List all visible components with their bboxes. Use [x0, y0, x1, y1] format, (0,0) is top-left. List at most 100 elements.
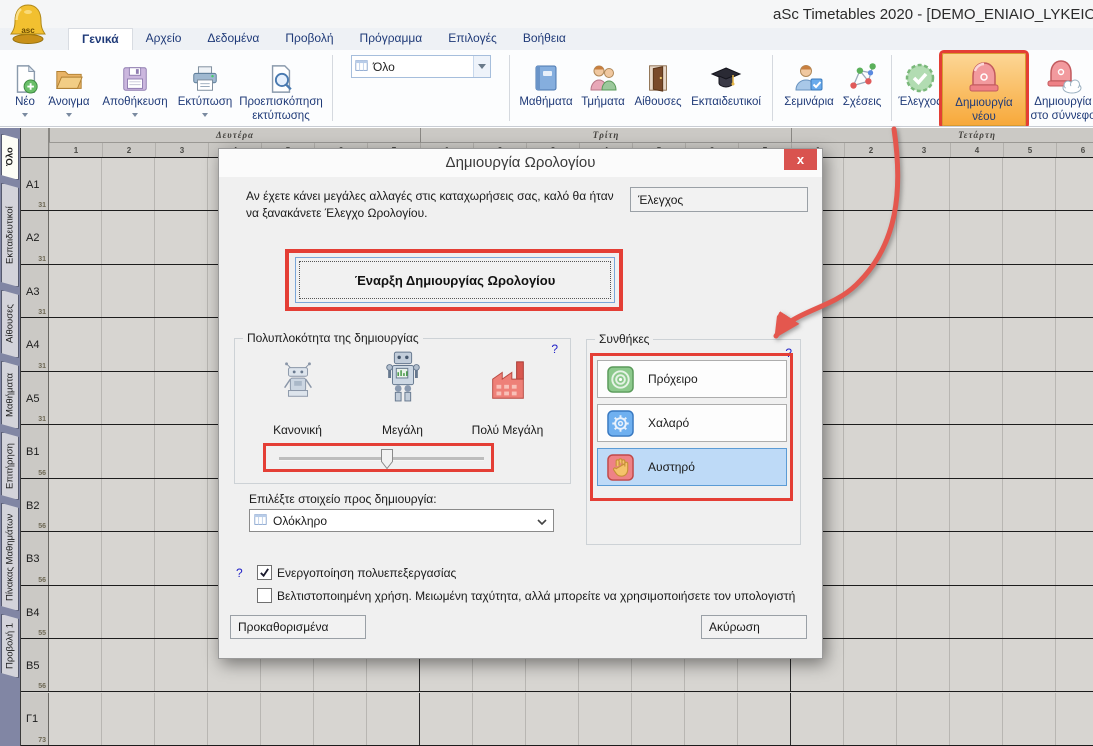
timetable-cell[interactable] — [49, 158, 102, 210]
dropdown-arrow-icon[interactable] — [202, 113, 208, 117]
timetable-cell[interactable] — [526, 693, 579, 745]
timetable-cell[interactable] — [1003, 158, 1056, 210]
timetable-cell[interactable] — [844, 372, 897, 424]
optimized-usage-checkbox[interactable] — [257, 588, 272, 603]
sidebar-tab-προβολή-1[interactable]: Προβολή 1 — [1, 614, 19, 678]
grid-row-header-b5[interactable]: B556 — [21, 639, 49, 691]
timetable-cell[interactable] — [473, 693, 526, 745]
timetable-cell[interactable] — [897, 265, 950, 317]
timetable-cell[interactable] — [844, 586, 897, 638]
timetable-cell[interactable] — [897, 425, 950, 477]
start-generation-button[interactable]: Έναρξη Δημιουργίας Ωρολογίου — [295, 257, 615, 303]
toolbar-button-δημιουργία-στο-σύννεφο[interactable]: Δημιουργία στο σύννεφο — [1026, 53, 1093, 123]
menu-tab-δεδομένα[interactable]: Δεδομένα — [194, 28, 272, 50]
timetable-cell[interactable] — [844, 693, 897, 745]
timetable-cell[interactable] — [155, 318, 208, 370]
grid-row-header-γ1[interactable]: Γ173 — [21, 693, 49, 745]
timetable-cell[interactable] — [950, 425, 1003, 477]
defaults-button[interactable]: Προκαθορισμένα — [230, 615, 366, 639]
toolbar-button-σεμινάρια[interactable]: Σεμινάρια — [779, 53, 839, 110]
sidebar-tab-εκπαιδευτικοί[interactable]: Εκπαιδευτικοί — [1, 183, 19, 287]
sidebar-tab-επιτήρηση[interactable]: Επιτήρηση — [1, 432, 19, 500]
grid-row-header-b1[interactable]: B156 — [21, 425, 49, 477]
timetable-cell[interactable] — [844, 158, 897, 210]
timetable-cell[interactable] — [1056, 586, 1093, 638]
menu-tab-πρόγραμμα[interactable]: Πρόγραμμα — [347, 28, 436, 50]
timetable-cell[interactable] — [155, 693, 208, 745]
timetable-cell[interactable] — [1003, 318, 1056, 370]
toolbar-button-τμήματα[interactable]: Τμήματα — [576, 53, 630, 110]
timetable-cell[interactable] — [102, 318, 155, 370]
timetable-cell[interactable] — [844, 425, 897, 477]
timetable-cell[interactable] — [102, 639, 155, 691]
timetable-cell[interactable] — [950, 211, 1003, 263]
timetable-cell[interactable] — [1003, 532, 1056, 584]
timetable-cell[interactable] — [102, 158, 155, 210]
timetable-cell[interactable] — [950, 479, 1003, 531]
timetable-cell[interactable] — [844, 639, 897, 691]
timetable-cell[interactable] — [950, 639, 1003, 691]
timetable-cell[interactable] — [1003, 265, 1056, 317]
toolbar-button-νέο[interactable]: Νέο — [8, 53, 42, 117]
timetable-cell[interactable] — [950, 532, 1003, 584]
timetable-cell[interactable] — [102, 532, 155, 584]
timetable-cell[interactable] — [420, 693, 473, 745]
timetable-cell[interactable] — [844, 318, 897, 370]
timetable-cell[interactable] — [155, 639, 208, 691]
timetable-cell[interactable] — [155, 158, 208, 210]
timetable-cell[interactable] — [49, 639, 102, 691]
grid-row-header-a5[interactable]: A531 — [21, 372, 49, 424]
timetable-cell[interactable] — [102, 425, 155, 477]
menu-tab-επιλογές[interactable]: Επιλογές — [435, 28, 510, 50]
timetable-cell[interactable] — [49, 211, 102, 263]
timetable-cell[interactable] — [632, 693, 685, 745]
generation-target-combobox[interactable]: Ολόκληρο — [249, 509, 554, 532]
timetable-cell[interactable] — [738, 693, 791, 745]
close-icon[interactable]: x — [784, 149, 817, 170]
timetable-cell[interactable] — [685, 693, 738, 745]
timetable-cell[interactable] — [155, 479, 208, 531]
toolbar-button-μαθήματα[interactable]: Μαθήματα — [516, 53, 576, 110]
timetable-cell[interactable] — [49, 532, 102, 584]
grid-row-header-b2[interactable]: B256 — [21, 479, 49, 531]
timetable-cell[interactable] — [897, 158, 950, 210]
timetable-cell[interactable] — [155, 425, 208, 477]
timetable-cell[interactable] — [950, 318, 1003, 370]
menu-tab-προβολή[interactable]: Προβολή — [272, 28, 346, 50]
sidebar-tab-όλο[interactable]: Όλο — [1, 134, 19, 180]
timetable-cell[interactable] — [1056, 479, 1093, 531]
menu-tab-γενικά[interactable]: Γενικά — [68, 28, 133, 50]
timetable-cell[interactable] — [844, 211, 897, 263]
toolbar-button-εκπαιδευτικοί[interactable]: Εκπαιδευτικοί — [686, 53, 766, 110]
timetable-cell[interactable] — [49, 693, 102, 745]
check-timetable-button[interactable]: Έλεγχος — [630, 187, 808, 212]
timetable-cell[interactable] — [897, 479, 950, 531]
timetable-cell[interactable] — [208, 693, 261, 745]
sidebar-tab-πίνακας-μαθημάτων[interactable]: Πίνακας Μαθημάτων — [1, 503, 19, 611]
timetable-cell[interactable] — [1003, 639, 1056, 691]
complexity-slider-thumb[interactable] — [381, 449, 393, 469]
timetable-cell[interactable] — [897, 372, 950, 424]
timetable-cell[interactable] — [897, 586, 950, 638]
conditions-help-link[interactable]: ? — [785, 346, 792, 360]
timetable-cell[interactable] — [49, 586, 102, 638]
toolbar-button-σχέσεις[interactable]: Σχέσεις — [839, 53, 885, 110]
toolbar-button-εκτύπωση[interactable]: Εκτύπωση — [174, 53, 236, 117]
timetable-cell[interactable] — [1056, 425, 1093, 477]
complexity-option-πολύ-μεγάλη[interactable] — [455, 351, 560, 409]
grid-row-header-b4[interactable]: B455 — [21, 586, 49, 638]
timetable-cell[interactable] — [579, 693, 632, 745]
timetable-cell[interactable] — [49, 479, 102, 531]
timetable-cell[interactable] — [102, 265, 155, 317]
timetable-cell[interactable] — [1003, 479, 1056, 531]
sidebar-tab-μαθήματα[interactable]: Μαθήματα — [1, 361, 19, 429]
timetable-cell[interactable] — [1003, 586, 1056, 638]
grid-row-header-a4[interactable]: A431 — [21, 318, 49, 370]
complexity-option-κανονική[interactable] — [245, 351, 350, 409]
grid-row-header-a1[interactable]: A131 — [21, 158, 49, 210]
menu-tab-βοήθεια[interactable]: Βοήθεια — [510, 28, 579, 50]
toolbar-button-αποθήκευση[interactable]: Αποθήκευση — [96, 53, 174, 117]
timetable-cell[interactable] — [1003, 425, 1056, 477]
complexity-option-μεγάλη[interactable] — [350, 351, 455, 409]
grid-row-header-b3[interactable]: B356 — [21, 532, 49, 584]
